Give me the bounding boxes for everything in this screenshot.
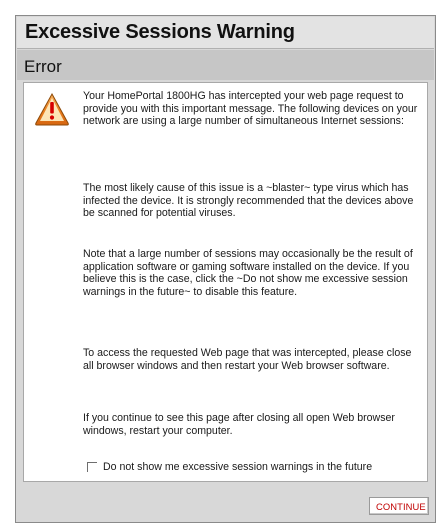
continue-button[interactable]: CONTINUE xyxy=(369,497,429,515)
message-paragraph-2: The most likely cause of this issue is a… xyxy=(83,182,414,220)
disable-warning-option[interactable]: Do not show me excessive session warning… xyxy=(87,460,417,474)
message-panel: Your HomePortal 1800HG has intercepted y… xyxy=(23,82,428,482)
section-title: Error xyxy=(24,57,62,76)
disable-warning-checkbox[interactable] xyxy=(87,462,97,472)
message-paragraph-5: If you continue to see this page after c… xyxy=(83,412,395,437)
disable-warning-label[interactable]: Do not show me excessive session warning… xyxy=(103,460,372,474)
dialog-frame: Excessive Sessions Warning Error Your Ho… xyxy=(15,15,436,523)
section-header: Error xyxy=(17,50,434,80)
title-bar: Excessive Sessions Warning xyxy=(17,17,434,49)
message-paragraph-4: To access the requested Web page that wa… xyxy=(83,347,412,372)
page: Excessive Sessions Warning Error Your Ho… xyxy=(0,0,440,527)
message-paragraph-3: Note that a large number of sessions may… xyxy=(83,248,413,298)
warning-icon xyxy=(35,92,69,126)
page-title: Excessive Sessions Warning xyxy=(25,21,295,43)
message-paragraph-1: Your HomePortal 1800HG has intercepted y… xyxy=(83,90,418,128)
